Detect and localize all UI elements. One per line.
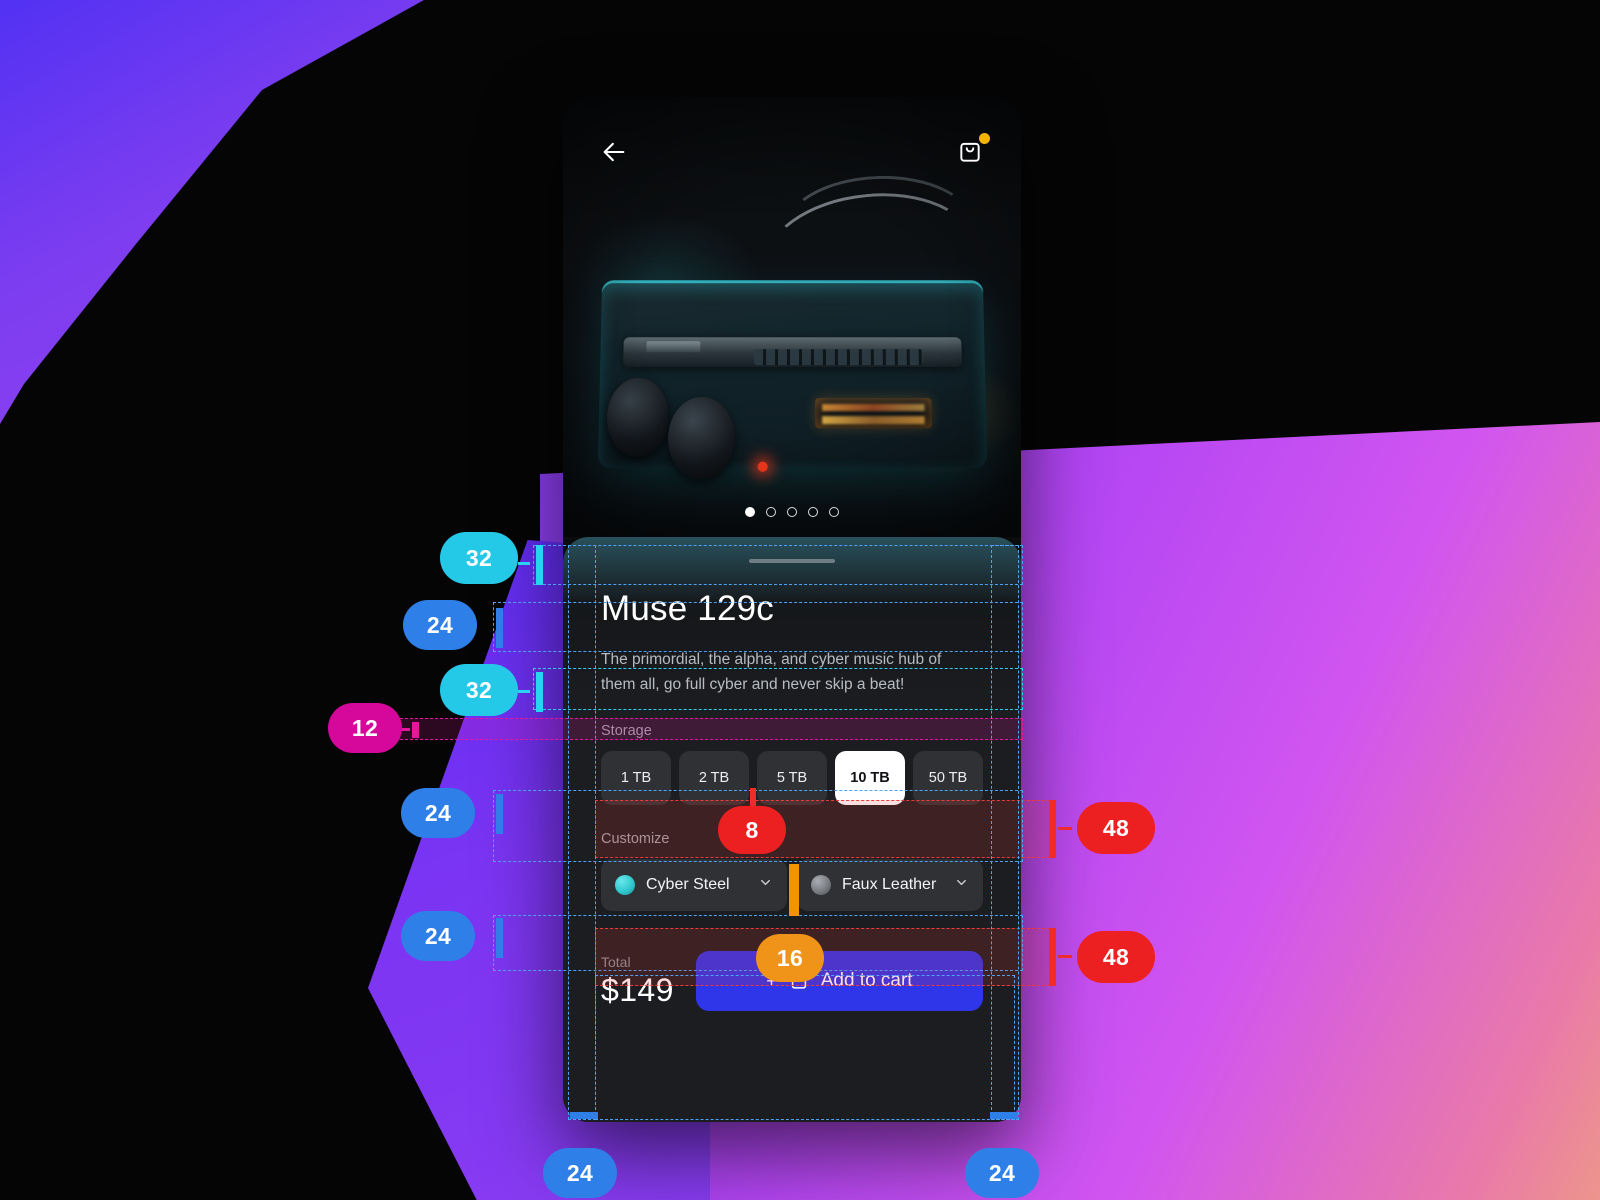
sheet-content: Muse 129c The primordial, the alpha, and… — [563, 537, 1021, 1122]
chevron-down-icon — [758, 875, 773, 895]
storage-option-5tb[interactable]: 5 TB — [757, 751, 827, 806]
plus-icon: + — [766, 971, 777, 992]
gallery-dot-3[interactable] — [787, 507, 797, 517]
spec-badge-height-select-row: 48 — [1077, 931, 1155, 983]
spec-badge-spacing-selects-footer: 24 — [401, 911, 475, 961]
color-swatch-cyber-steel — [615, 875, 635, 896]
cart-button[interactable] — [953, 133, 990, 169]
connector-3 — [398, 728, 410, 731]
product-image-gallery[interactable] — [563, 97, 1021, 537]
total-block: Total $149 — [601, 954, 674, 1009]
material-select-finish[interactable]: Faux Leather — [797, 859, 983, 912]
tick-spacing-chips-customize — [496, 794, 503, 834]
spec-badge-spacing-title-desc: 24 — [403, 600, 477, 650]
storage-option-10tb[interactable]: 10 TB — [835, 751, 905, 806]
background-gradient-top-left — [0, 0, 640, 475]
back-button[interactable] — [597, 135, 631, 169]
page-title: Muse 129c — [601, 589, 775, 628]
arrow-left-icon — [603, 142, 625, 162]
purchase-footer: Total $149 + Add to cart — [601, 951, 983, 1012]
material-select-body-value: Cyber Steel — [646, 876, 730, 894]
gallery-dot-5[interactable] — [829, 507, 839, 517]
tick-spacing-title-desc — [496, 608, 503, 648]
gallery-dots — [563, 507, 1021, 517]
shopping-bag-icon — [960, 142, 980, 162]
spec-badge-spacing-storage-label: 12 — [328, 703, 402, 753]
product-description: The primordial, the alpha, and cyber mus… — [601, 651, 942, 694]
spec-badge-spacing-desc-storage: 32 — [440, 664, 518, 716]
spec-badge-spacing-chips-customize: 24 — [401, 788, 475, 838]
tick-spacing-storage-label — [412, 722, 419, 738]
cart-badge-dot — [979, 133, 990, 144]
storage-option-2tb[interactable]: 2 TB — [679, 751, 749, 806]
product-detail-sheet: Muse 129c The primordial, the alpha, and… — [563, 537, 1021, 1122]
tick-spacing-selects-footer — [496, 918, 503, 958]
storage-section-label: Storage — [601, 723, 652, 740]
shopping-bag-icon — [791, 973, 806, 989]
connector-1 — [518, 562, 530, 565]
customize-section-label: Customize — [601, 831, 670, 848]
storage-option-50tb[interactable]: 50 TB — [913, 751, 983, 806]
total-label: Total — [601, 953, 631, 970]
tick-height-select-row — [1049, 928, 1056, 986]
connector-4 — [1058, 827, 1072, 830]
spec-badge-height-chip-row: 48 — [1077, 802, 1155, 854]
tick-height-chip-row — [1049, 800, 1056, 858]
app-top-bar — [563, 97, 1021, 207]
gallery-dot-4[interactable] — [808, 507, 818, 517]
spec-badge-padding-right-bottom: 24 — [965, 1148, 1039, 1198]
connector-5 — [1058, 955, 1072, 958]
customize-options: Cyber Steel Faux Leather — [601, 859, 983, 912]
phone-mockup: Muse 129c The primordial, the alpha, and… — [563, 97, 1021, 1122]
chevron-down-icon — [954, 875, 969, 895]
gallery-dot-1[interactable] — [745, 507, 755, 517]
storage-options: 1 TB 2 TB 5 TB 10 TB 50 TB — [601, 751, 983, 806]
screenshot-canvas: Muse 129c The primordial, the alpha, and… — [0, 0, 1600, 1200]
spec-badge-spacing-title-top: 32 — [440, 532, 518, 584]
material-select-finish-value: Faux Leather — [842, 876, 937, 894]
add-to-cart-button[interactable]: + Add to cart — [695, 951, 983, 1012]
color-swatch-faux-leather — [811, 875, 831, 896]
material-select-body[interactable]: Cyber Steel — [601, 859, 787, 912]
total-price: $149 — [601, 971, 674, 1008]
add-to-cart-label: Add to cart — [820, 970, 913, 992]
storage-option-1tb[interactable]: 1 TB — [601, 751, 671, 806]
spec-badge-padding-left-bottom: 24 — [543, 1148, 617, 1198]
gallery-dot-2[interactable] — [766, 507, 776, 517]
tick-spacing-title-top — [536, 545, 543, 585]
tick-spacing-desc-storage — [536, 672, 543, 712]
connector-2 — [518, 690, 530, 693]
